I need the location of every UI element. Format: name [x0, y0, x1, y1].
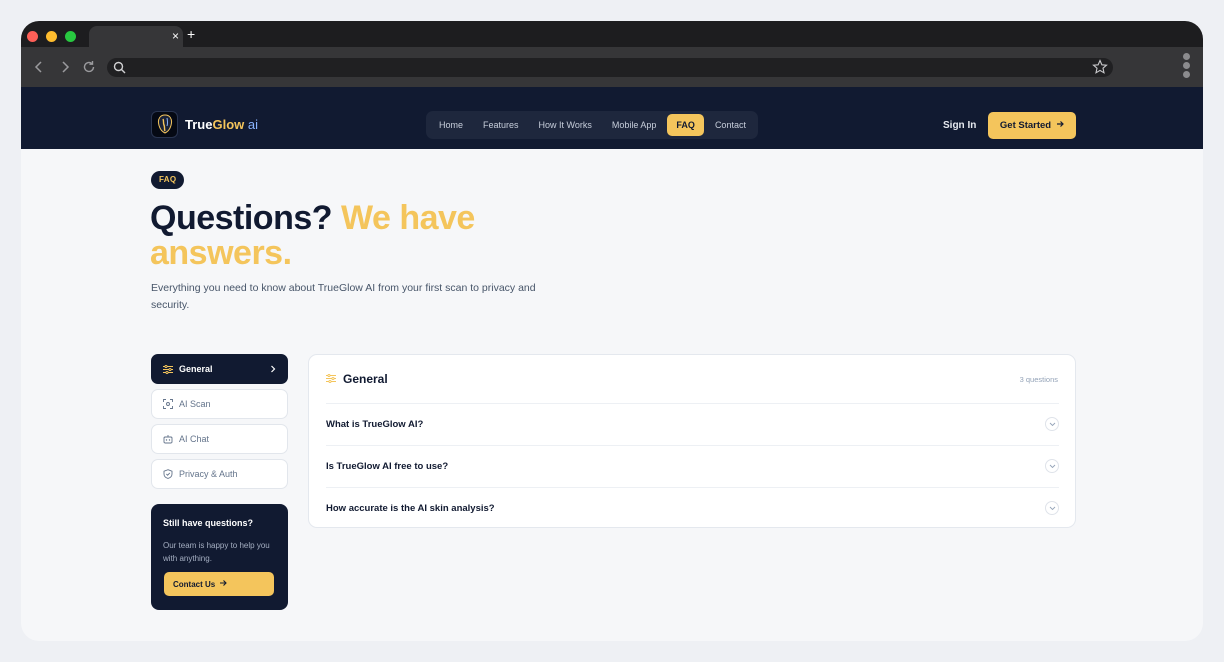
chevron-right-icon: [269, 364, 277, 376]
question-count: 3 questions: [1019, 375, 1058, 384]
forward-icon[interactable]: [57, 59, 73, 75]
category-label: General: [179, 364, 213, 374]
sign-in-link[interactable]: Sign In: [943, 120, 976, 131]
nav-mobile-app[interactable]: Mobile App: [603, 114, 666, 136]
faq-question: What is TrueGlow AI?: [326, 419, 424, 430]
search-icon: [113, 61, 126, 79]
browser-tab[interactable]: ×: [89, 26, 183, 47]
logo-text: TrueGlow ai: [185, 116, 258, 132]
browser-menu-icon[interactable]: [1183, 53, 1191, 81]
logo-icon: [151, 110, 178, 138]
chevron-down-icon[interactable]: [1045, 459, 1059, 473]
bookmark-star-icon[interactable]: [1092, 59, 1108, 80]
help-card-title: Still have questions?: [163, 518, 254, 528]
nav-contact[interactable]: Contact: [706, 114, 755, 136]
logo[interactable]: TrueGlow ai: [151, 110, 258, 138]
category-label: AI Scan: [179, 399, 211, 409]
faq-item[interactable]: Is TrueGlow AI free to use?: [326, 445, 1059, 487]
back-icon[interactable]: [31, 59, 47, 75]
section-badge: FAQ: [151, 171, 185, 189]
contact-us-label: Contact Us: [173, 579, 216, 589]
help-card: Still have questions? Our team is happy …: [151, 504, 288, 610]
chevron-down-icon[interactable]: [1045, 501, 1059, 515]
chevron-down-icon[interactable]: [1045, 417, 1059, 431]
minimize-window-button[interactable]: [46, 31, 57, 42]
browser-window: × + TrueGlow ai Home Features How It Wor…: [21, 21, 1203, 641]
category-ai-scan[interactable]: AI Scan: [151, 389, 288, 419]
main-nav: Home Features How It Works Mobile App FA…: [426, 111, 758, 139]
scan-icon: [162, 399, 173, 410]
page-title: Questions? We have answers.: [150, 199, 475, 272]
site-header: TrueGlow ai Home Features How It Works M…: [21, 87, 1203, 149]
faq-section-title: General: [343, 372, 388, 386]
browser-toolbar: [21, 47, 1203, 87]
nav-faq[interactable]: FAQ: [667, 114, 704, 136]
robot-icon: [162, 434, 173, 445]
arrow-right-icon: [1056, 120, 1064, 131]
contact-us-button[interactable]: Contact Us: [164, 572, 274, 596]
help-card-text: Our team is happy to help you with anyth…: [163, 541, 270, 563]
category-general[interactable]: General: [151, 354, 288, 384]
new-tab-button[interactable]: +: [187, 26, 195, 42]
faq-item[interactable]: What is TrueGlow AI?: [326, 403, 1059, 445]
address-bar[interactable]: [107, 58, 1113, 77]
faq-question: Is TrueGlow AI free to use?: [326, 461, 449, 472]
faq-panel-header: General: [326, 372, 388, 386]
category-ai-chat[interactable]: AI Chat: [151, 424, 288, 454]
faq-item[interactable]: How accurate is the AI skin analysis?: [326, 487, 1059, 529]
nav-how-it-works[interactable]: How It Works: [530, 114, 601, 136]
category-label: Privacy & Auth: [179, 469, 238, 479]
shield-icon: [162, 469, 173, 480]
sliders-icon: [326, 372, 336, 386]
nav-features[interactable]: Features: [474, 114, 528, 136]
reload-icon[interactable]: [81, 59, 97, 75]
maximize-window-button[interactable]: [65, 31, 76, 42]
arrow-right-icon: [219, 579, 228, 589]
browser-tab-bar: × +: [21, 21, 1203, 47]
close-tab-icon[interactable]: ×: [172, 28, 179, 44]
category-label: AI Chat: [179, 434, 210, 444]
sliders-icon: [162, 364, 173, 375]
get-started-label: Get Started: [999, 120, 1052, 131]
faq-question: How accurate is the AI skin analysis?: [326, 503, 495, 514]
page-subtitle: Everything you need to know about TrueGl…: [151, 282, 536, 311]
get-started-button[interactable]: Get Started: [988, 112, 1076, 139]
category-privacy-auth[interactable]: Privacy & Auth: [151, 459, 288, 489]
nav-home[interactable]: Home: [430, 114, 472, 136]
close-window-button[interactable]: [27, 31, 38, 42]
faq-panel: General 3 questions What is TrueGlow AI?…: [308, 354, 1076, 528]
